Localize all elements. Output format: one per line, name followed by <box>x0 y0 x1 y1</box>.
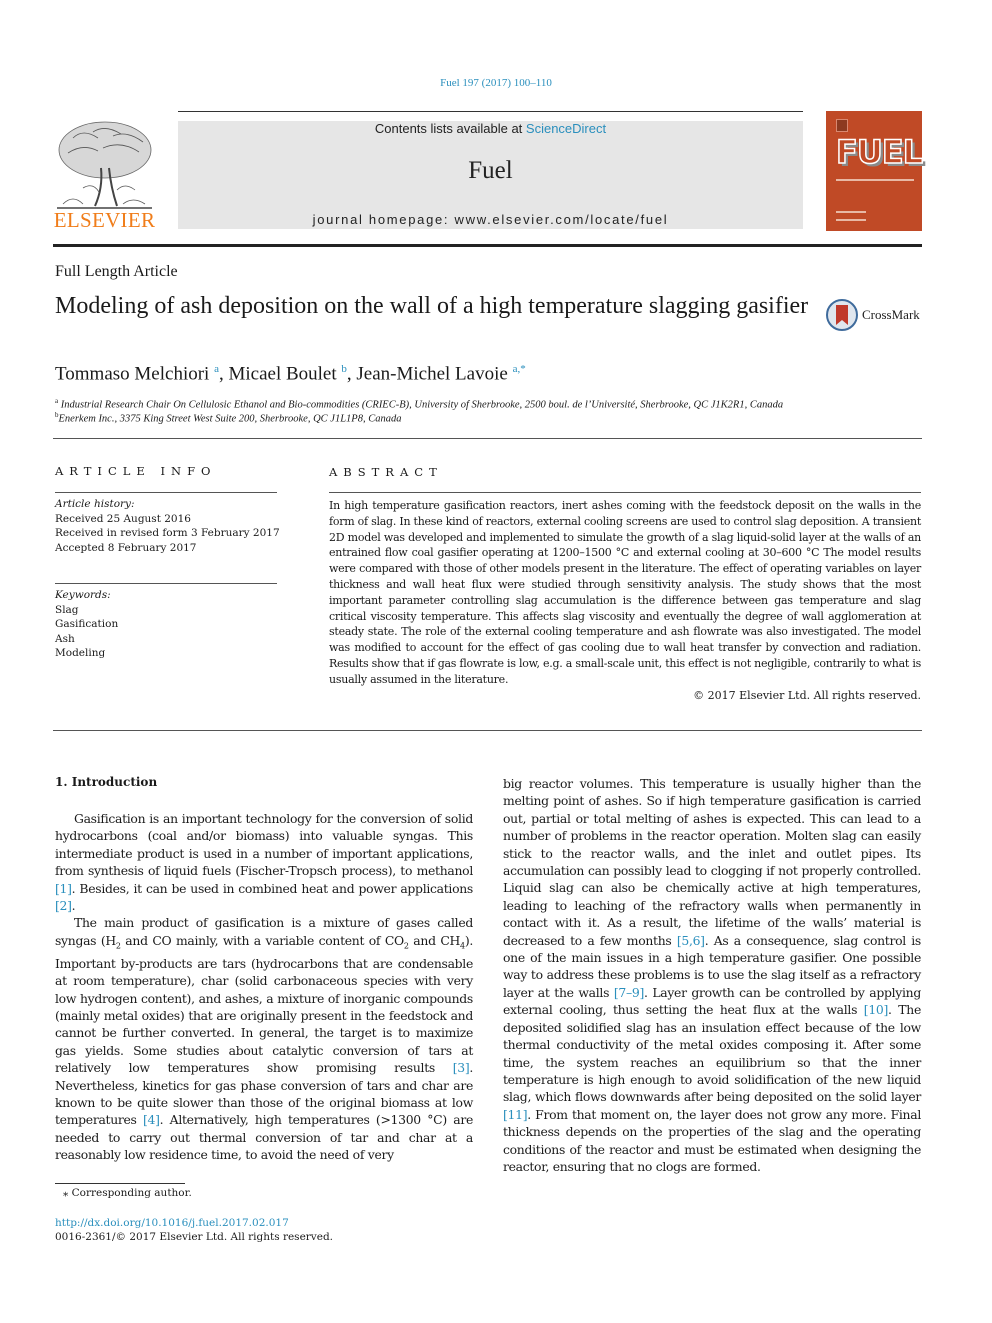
elsevier-wordmark: ELSEVIER <box>53 208 156 232</box>
sciencedirect-link[interactable]: ScienceDirect <box>526 121 606 136</box>
history-item: Received in revised form 3 February 2017 <box>55 527 280 539</box>
citation-link[interactable]: Fuel 197 (2017) 100–110 <box>440 77 552 89</box>
cover-footer <box>836 211 866 221</box>
crossmark-icon <box>826 299 858 331</box>
reference-link[interactable]: [3] <box>453 1060 470 1075</box>
history-item: Received 25 August 2016 <box>55 512 191 525</box>
elsevier-tree-icon <box>57 121 152 209</box>
elsevier-logo[interactable]: ELSEVIER <box>53 118 156 233</box>
keywords: Keywords: Slag Gasification Ash Modeling <box>55 588 118 661</box>
article-info-heading: ARTICLE INFO <box>55 464 217 478</box>
crossmark-button[interactable]: CrossMark <box>826 298 926 332</box>
running-head[interactable]: Fuel 197 (2017) 100–110 <box>0 77 992 89</box>
contents-line: Contents lists available at ScienceDirec… <box>178 121 803 136</box>
divider <box>53 730 922 731</box>
author-list: Tommaso Melchiori a, Micael Boulet b, Je… <box>55 363 526 385</box>
crossmark-label: CrossMark <box>862 307 920 322</box>
keyword: Ash <box>55 632 75 645</box>
keyword: Gasification <box>55 618 119 630</box>
reference-link[interactable]: [10] <box>864 1002 889 1017</box>
divider <box>55 492 277 493</box>
author-affil-link[interactable]: a,* <box>513 363 526 375</box>
cover-subtitle <box>836 179 914 181</box>
footnote-rule <box>55 1183 185 1184</box>
divider <box>53 438 922 439</box>
doi-link[interactable]: http://dx.doi.org/10.1016/j.fuel.2017.02… <box>55 1217 289 1229</box>
divider <box>55 583 277 584</box>
history-label: Article history: <box>55 498 135 510</box>
divider <box>329 492 921 493</box>
corresponding-author-note: ⁎ Corresponding author. <box>63 1187 192 1199</box>
affiliation-key: a <box>55 397 59 405</box>
article-title: Modeling of ash deposition on the wall o… <box>55 293 809 319</box>
body-column-left: Gasification is an important technology … <box>55 810 473 1164</box>
section-heading: 1. Introduction <box>55 775 158 789</box>
journal-cover-image[interactable]: FUEL <box>826 111 924 231</box>
keyword: Slag <box>55 603 79 616</box>
cover-title: FUEL <box>835 132 924 172</box>
author-name[interactable]: Tommaso Melchiori <box>55 363 209 384</box>
author-name[interactable]: Micael Boulet <box>228 363 336 384</box>
author-name[interactable]: Jean-Michel Lavoie <box>356 363 507 384</box>
contents-prefix: Contents lists available at <box>374 121 526 136</box>
reference-link[interactable]: [4] <box>143 1112 160 1127</box>
abstract-copyright: © 2017 Elsevier Ltd. All rights reserved… <box>693 689 921 702</box>
journal-title: Fuel <box>468 157 513 184</box>
abstract-heading: ABSTRACT <box>329 465 443 479</box>
masthead-divider <box>53 244 922 247</box>
paragraph-continued: big reactor volumes. This temperature is… <box>503 776 921 1174</box>
body-column-right: big reactor volumes. This temperature is… <box>503 775 921 1175</box>
keyword: Modeling <box>55 647 106 659</box>
affiliation: a Industrial Research Chair On Cellulosi… <box>55 397 783 411</box>
paragraph: Gasification is an important technology … <box>55 811 473 914</box>
abstract-text: In high temperature gasification reactor… <box>329 499 921 686</box>
reference-link[interactable]: [7–9] <box>614 985 644 1000</box>
affiliation: bEnerkem Inc., 3375 King Street West Sui… <box>55 411 401 425</box>
journal-masthead: Contents lists available at ScienceDirec… <box>178 121 803 229</box>
author-affil-link[interactable]: a <box>214 363 219 375</box>
affiliation-text: Enerkem Inc., 3375 King Street West Suit… <box>58 413 402 425</box>
reference-link[interactable]: [2] <box>55 898 72 913</box>
cover-publisher-icon <box>836 119 848 132</box>
affiliation-text: Industrial Research Chair On Cellulosic … <box>60 399 784 411</box>
header-rule <box>178 111 803 112</box>
reference-link[interactable]: [5,6] <box>677 933 705 948</box>
keywords-label: Keywords: <box>55 589 111 601</box>
issn-copyright: 0016-2361/© 2017 Elsevier Ltd. All right… <box>55 1231 334 1243</box>
journal-homepage-link[interactable]: journal homepage: www.elsevier.com/locat… <box>178 212 803 227</box>
reference-link[interactable]: [11] <box>503 1107 528 1122</box>
author-affil-link[interactable]: b <box>341 363 347 375</box>
article-type: Full Length Article <box>55 263 178 280</box>
history-item: Accepted 8 February 2017 <box>55 541 197 554</box>
reference-link[interactable]: [1] <box>55 881 72 896</box>
article-history: Article history: Received 25 August 2016… <box>55 497 280 555</box>
paragraph: The main product of gasification is a mi… <box>55 915 473 1163</box>
